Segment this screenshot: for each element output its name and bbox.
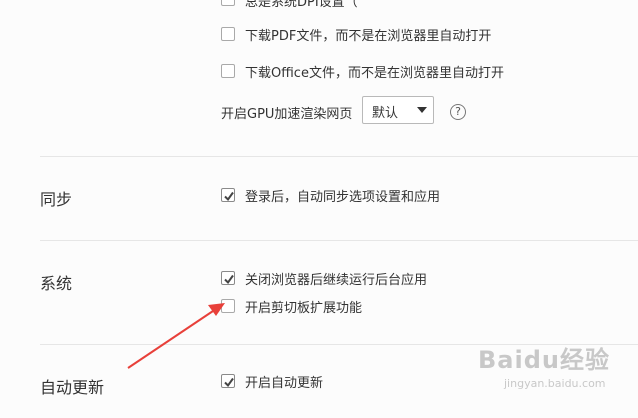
watermark-brand: Baidu经验: [478, 346, 610, 374]
baidu-watermark: Baidu经验 jingyan.baidu.com: [478, 340, 610, 390]
settings-page: 总是系统DPI设置（ 下载PDF文件，而不是在浏览器里自动打开 下载Office…: [0, 0, 638, 418]
watermark-url: jingyan.baidu.com: [504, 377, 606, 390]
